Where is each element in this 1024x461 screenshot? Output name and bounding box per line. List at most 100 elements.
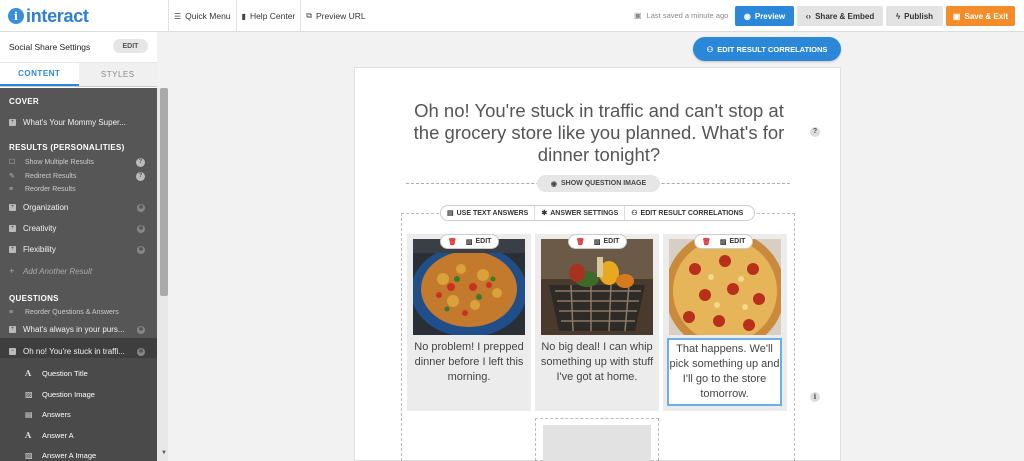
quick-menu-link[interactable]: ☰ Quick Menu [169,0,237,32]
help-icon[interactable]: ? [810,127,820,137]
edit-result-correlations-button[interactable]: ⚇ EDIT RESULT CORRELATIONS [693,37,841,61]
preview-button[interactable]: ◉ Preview [735,6,794,26]
publish-label: Publish [904,11,934,21]
option-redirect-results[interactable]: ✎ Redirect Results ? [9,171,145,181]
answer-card[interactable]: 🗑 ▨ EDIT No big deal! I can whip somethi… [535,234,659,411]
save-status-text: Last saved a minute ago [646,11,729,20]
image-icon: ▨ [25,389,33,399]
sidebar-item-question[interactable]: + What's always in your purs... ✱ [9,325,145,334]
edit-label: EDIT [603,238,620,245]
sub-item-answers[interactable]: ▤ Answers [25,409,71,419]
sidebar-item-result[interactable]: + Creativity ✱ [9,224,145,233]
edit-label: EDIT [475,238,492,245]
section-heading-questions: QUESTIONS [9,294,59,303]
tab-styles[interactable]: STYLES [78,63,157,86]
answer-text[interactable]: No big deal! I can whip something up wit… [539,340,655,385]
show-question-image-label: SHOW QUESTION IMAGE [560,180,647,187]
interact-logo[interactable]: i interact [8,6,89,26]
sidebar: Social Share Settings EDIT CONTENT STYLE… [0,32,157,461]
plus-icon: + [9,266,15,276]
answer-settings-button[interactable]: ✱ ANSWER SETTINGS [535,206,626,220]
sidebar-item-question-selected[interactable]: − Oh no! You're stuck in traffi... ✱ [9,347,145,356]
sub-item-label: Answer A Image [42,450,97,460]
option-show-multiple-results[interactable]: ☐ Show Multiple Results ? [9,157,145,167]
preview-url-link[interactable]: ⧉ Preview URL [301,0,370,32]
show-question-image-button[interactable]: ◉ SHOW QUESTION IMAGE [537,175,660,192]
sub-item-question-image[interactable]: ▨ Question Image [25,389,95,399]
external-link-icon: ⧉ [306,11,313,20]
answer-edit-controls: 🗑 ▨ EDIT [440,234,500,249]
sidebar-item-label: Creativity [23,224,57,233]
publish-button[interactable]: ϟ Publish [886,6,943,26]
sub-item-answer-a-image[interactable]: ▨ Answer A Image [25,450,96,460]
image-placeholder [543,425,651,461]
sidebar-item-cover[interactable]: + What's Your Mommy Super... [9,118,145,127]
edit-image-button[interactable]: ▨ EDIT [462,238,499,246]
trash-icon[interactable]: 🗑 [695,238,716,246]
reorder-icon: ≡ [9,309,14,316]
section-heading-results: RESULTS (PERSONALITIES) [9,143,125,152]
help-center-link[interactable]: ▮ Help Center [237,0,302,32]
tab-content[interactable]: CONTENT [0,63,79,86]
gear-icon[interactable]: ✱ [137,347,145,356]
top-bar: i interact ☰ Quick Menu ▮ Help Center ⧉ … [0,0,1024,32]
share-embed-button[interactable]: ‹› Share & Embed [797,6,883,26]
option-label: Reorder Results [25,186,76,193]
sub-item-answer-a[interactable]: A Answer A [25,430,74,440]
share-embed-label: Share & Embed [815,11,875,21]
trash-icon[interactable]: 🗑 [569,238,590,246]
answer-text[interactable]: No problem! I prepped dinner before I le… [411,340,527,385]
save-exit-button[interactable]: ▣ Save & Exit [946,6,1015,26]
save-exit-label: Save & Exit [964,11,1009,21]
help-icon[interactable]: ? [136,171,145,181]
sidebar-item-result[interactable]: + Organization ✱ [9,203,145,212]
edit-image-button[interactable]: ▨ EDIT [716,238,753,246]
logo-text: interact [26,5,89,26]
sidebar-scrollbar-thumb[interactable] [160,88,168,296]
answer-image-basket [541,239,653,335]
gear-icon[interactable]: ✱ [137,224,145,233]
scroll-down-icon[interactable]: ▼ [160,450,168,458]
gear-icon[interactable]: ✱ [137,325,145,334]
add-result-button[interactable]: + Add Another Result [9,266,145,276]
trash-icon[interactable]: 🗑 [441,238,462,246]
sidebar-title: Social Share Settings [9,42,91,52]
sidebar-edit-button[interactable]: EDIT [113,39,148,53]
plus-icon: + [9,119,16,126]
answer-card[interactable]: 🗑 ▨ EDIT No problem! I prepped dinner be… [407,234,531,411]
sidebar-item-result[interactable]: + Flexibility ✱ [9,245,145,254]
bolt-icon: ϟ [895,11,901,21]
sub-item-question-title[interactable]: A Question Title [25,368,88,378]
code-icon: ‹› [805,11,812,21]
answer-settings-label: ANSWER SETTINGS [550,209,619,217]
answer-edit-controls: 🗑 ▨ EDIT [568,234,628,249]
help-icon[interactable]: ? [136,157,145,167]
preview-button-label: Preview [754,11,786,21]
sub-item-label: Question Image [42,389,95,399]
info-icon[interactable]: i [810,392,820,402]
save-icon: ▣ [952,11,961,21]
quick-menu-label: Quick Menu [185,11,231,21]
sitemap-icon: ⚇ [706,44,714,54]
use-text-answers-button[interactable]: ▤ USE TEXT ANSWERS [441,206,536,220]
toolbar-edit-correlations-button[interactable]: ⚇ EDIT RESULT CORRELATIONS [625,206,749,220]
answer-card[interactable]: 🗑 ▨ EDIT That happens. We'll pick someth… [663,234,787,411]
image-icon: ▨ [593,238,601,246]
option-reorder-results[interactable]: ≡ Reorder Results [9,186,145,193]
reorder-icon: ≡ [9,186,14,193]
option-reorder-questions[interactable]: ≡ Reorder Questions & Answers [9,309,145,316]
minus-icon: − [9,348,16,355]
gear-icon[interactable]: ✱ [137,203,145,212]
edit-label: EDIT [729,238,746,245]
gear-icon[interactable]: ✱ [137,245,145,254]
edit-image-button[interactable]: ▨ EDIT [590,238,627,246]
redirect-icon: ✎ [9,173,15,180]
sidebar-content: COVER + What's Your Mommy Super... RESUL… [0,88,157,461]
question-title[interactable]: Oh no! You're stuck in traffic and can't… [404,100,794,166]
text-icon: A [25,430,32,440]
image-icon: ▨ [25,450,33,460]
answer-text-editing[interactable]: That happens. We'll pick something up an… [667,338,782,406]
plus-icon: + [9,246,16,253]
option-label: Reorder Questions & Answers [25,309,119,316]
book-icon: ▮ [241,11,246,21]
